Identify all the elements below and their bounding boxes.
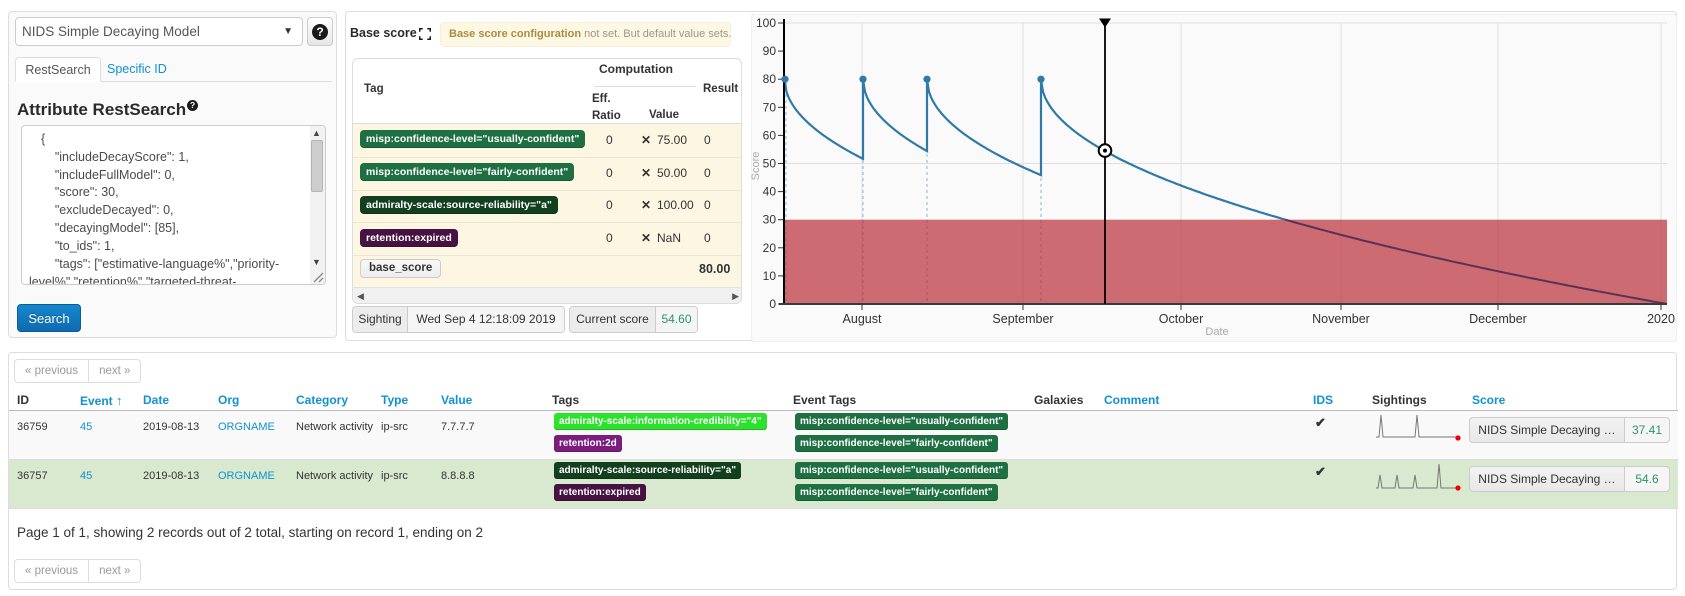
svg-text:August: August: [843, 312, 882, 326]
svg-text:December: December: [1469, 312, 1527, 326]
svg-text:2020: 2020: [1647, 312, 1675, 326]
svg-text:80: 80: [763, 72, 777, 86]
svg-text:0: 0: [769, 297, 776, 311]
svg-text:90: 90: [763, 44, 777, 58]
svg-text:Date: Date: [1205, 326, 1228, 338]
svg-text:60: 60: [763, 128, 777, 142]
svg-text:10: 10: [763, 269, 777, 283]
svg-text:November: November: [1312, 312, 1370, 326]
svg-text:30: 30: [763, 213, 777, 227]
svg-text:October: October: [1159, 312, 1203, 326]
svg-text:40: 40: [763, 185, 777, 199]
svg-text:100: 100: [756, 16, 776, 30]
svg-text:20: 20: [763, 241, 777, 255]
svg-text:September: September: [992, 312, 1053, 326]
svg-text:Score: Score: [751, 152, 762, 181]
svg-text:50: 50: [763, 157, 777, 171]
svg-text:70: 70: [763, 100, 777, 114]
